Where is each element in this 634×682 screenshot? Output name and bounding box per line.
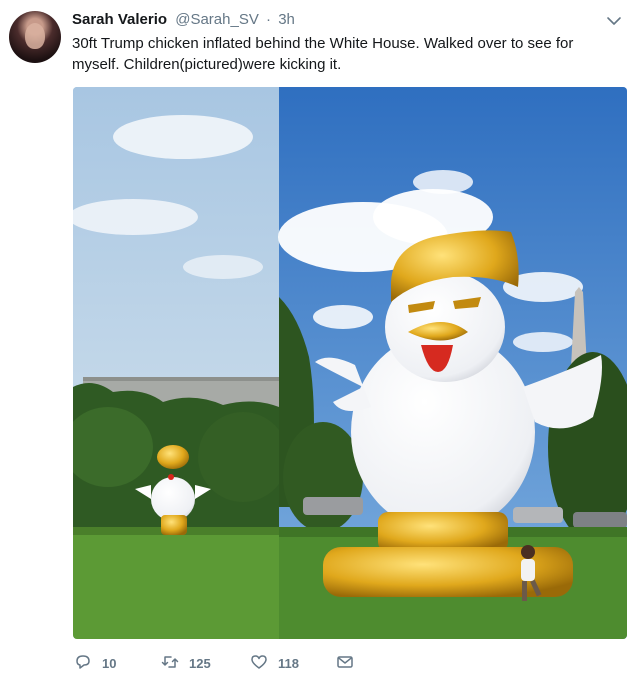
tweet-card[interactable]: Sarah Valerio @Sarah_SV · 3h 30ft Trump … xyxy=(0,0,634,682)
like-count: 118 xyxy=(278,655,299,671)
retweet-icon xyxy=(161,653,189,674)
retweet-count: 125 xyxy=(189,655,211,671)
reply-count: 10 xyxy=(102,655,117,671)
retweet-button[interactable]: 125 xyxy=(161,652,211,674)
photo-left-panel xyxy=(73,87,288,639)
author-handle[interactable]: @Sarah_SV xyxy=(175,11,259,28)
tweet-actions: 10 125 118 xyxy=(74,652,614,674)
chevron-down-icon[interactable] xyxy=(605,12,623,30)
avatar[interactable] xyxy=(9,11,61,63)
tweet-header: Sarah Valerio @Sarah_SV · 3h xyxy=(72,11,295,31)
reply-icon xyxy=(74,653,102,674)
tweet-photo[interactable] xyxy=(73,87,627,639)
separator-dot: · xyxy=(266,11,272,28)
reply-button[interactable]: 10 xyxy=(74,652,116,674)
direct-message-button[interactable] xyxy=(336,652,364,674)
heart-icon xyxy=(250,653,278,674)
envelope-icon xyxy=(336,653,364,674)
author-name[interactable]: Sarah Valerio xyxy=(72,11,167,28)
tweet-timestamp[interactable]: 3h xyxy=(278,11,295,28)
like-button[interactable]: 118 xyxy=(250,652,299,674)
photo-right-panel xyxy=(278,87,627,639)
tweet-text: 30ft Trump chicken inflated behind the W… xyxy=(72,35,574,73)
